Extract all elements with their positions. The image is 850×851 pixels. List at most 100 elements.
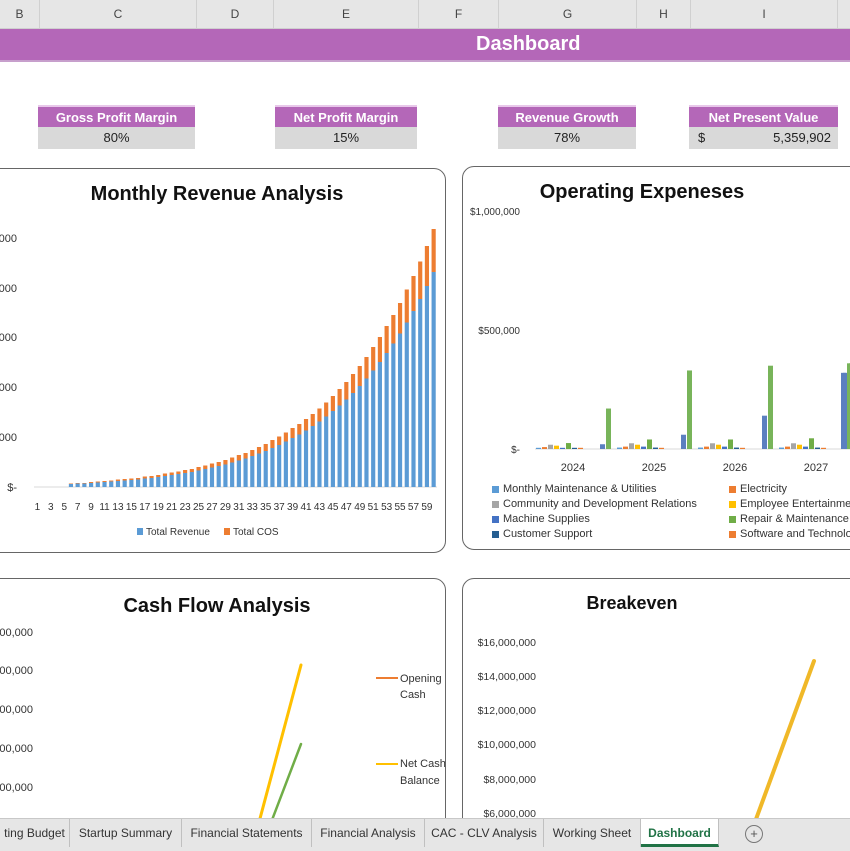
cos-bar xyxy=(256,447,262,454)
sheet-tab-financial-analysis[interactable]: Financial Analysis xyxy=(312,819,425,847)
legend-item: Community and Development Relations xyxy=(492,498,697,510)
sheet-tab-startup-summary[interactable]: Startup Summary xyxy=(70,819,182,847)
cos-bar xyxy=(223,460,228,465)
column-header-f[interactable]: F xyxy=(419,0,499,28)
expense-bar xyxy=(536,447,541,449)
revenue-bar xyxy=(142,478,147,487)
cos-bar xyxy=(115,479,121,481)
cos-bar xyxy=(324,402,329,417)
operating-expenses-chart[interactable]: Operating Expeneses $1,000,000 $500,000 $-… xyxy=(462,166,850,550)
revenue-bar xyxy=(136,479,141,487)
expense-bar xyxy=(600,444,605,449)
cos-bar xyxy=(317,408,322,422)
x-tick-label: 49 xyxy=(354,502,366,513)
kpi-net-profit-margin[interactable]: Net Profit Margin 15% xyxy=(275,105,417,149)
x-tick-label: 31 xyxy=(233,502,245,513)
revenue-bar xyxy=(418,299,423,487)
column-header-h[interactable]: H xyxy=(637,0,691,28)
cos-bar xyxy=(102,481,107,482)
cash-flow-chart[interactable]: Cash Flow Analysis 00,000 00,000 00,000 00,… xyxy=(0,578,446,838)
x-tick-label: 9 xyxy=(88,502,94,513)
cos-bar xyxy=(310,414,315,426)
legend-item: Software and Technolog xyxy=(729,528,850,540)
legend-label: Monthly Maintenance & Utilities xyxy=(503,483,657,495)
revenue-bar xyxy=(209,467,215,487)
revenue-bar xyxy=(256,453,262,487)
cash-flow-plot: 00,000 00,000 00,000 00,000 00,000 Opening Cas… xyxy=(0,627,445,837)
kpi-gross-profit-margin[interactable]: Gross Profit Margin 80% xyxy=(38,105,195,149)
expense-bar xyxy=(566,443,571,449)
column-header-d[interactable]: D xyxy=(197,0,274,28)
kpi-net-present-value[interactable]: Net Present Value $ 5,359,902 xyxy=(689,105,838,149)
add-sheet-button[interactable]: + xyxy=(745,825,763,843)
cos-bar xyxy=(303,419,309,431)
expense-bar xyxy=(687,370,692,449)
column-header-c[interactable]: C xyxy=(40,0,197,28)
cos-bar xyxy=(418,261,423,299)
cos-bar xyxy=(89,482,94,483)
column-header-g[interactable]: G xyxy=(499,0,637,28)
cos-bar xyxy=(109,480,114,482)
legend-label: Employee Entertainment xyxy=(740,498,850,510)
y-tick-label: 00,000 xyxy=(0,782,33,794)
cos-bar xyxy=(183,470,188,473)
expense-bar xyxy=(617,447,622,449)
sheet-tab-working-sheet[interactable]: Working Sheet xyxy=(544,819,641,847)
x-tick-label: 41 xyxy=(300,502,312,513)
sheet-tab-operating-budget[interactable]: ting Budget xyxy=(0,819,70,847)
sheet-tab-dashboard[interactable]: Dashboard xyxy=(641,819,719,847)
revenue-bar xyxy=(75,483,80,487)
kpi-value: $ 5,359,902 xyxy=(689,127,838,149)
cos-bar xyxy=(149,476,154,478)
legend-swatch xyxy=(492,530,499,538)
column-header-e[interactable]: E xyxy=(274,0,419,28)
column-header-i[interactable]: I xyxy=(691,0,838,28)
y-tick-label: 00,000 xyxy=(0,627,33,639)
cos-bar xyxy=(397,303,403,334)
revenue-bar xyxy=(189,472,194,487)
revenue-bar xyxy=(109,481,114,487)
revenue-bar xyxy=(277,445,282,487)
sheet-tab-bar: ting Budget Startup Summary Financial St… xyxy=(0,818,850,851)
legend-item: Electricity xyxy=(729,483,787,495)
y-tick-label: $16,000,000 xyxy=(478,637,537,649)
legend-label: Machine Supplies xyxy=(503,513,590,525)
legend-label: Electricity xyxy=(740,483,788,495)
cos-bar xyxy=(404,289,409,323)
cos-bar xyxy=(283,432,288,442)
sheet-tab-financial-statements[interactable]: Financial Statements xyxy=(182,819,312,847)
cos-bar xyxy=(297,424,302,435)
revenue-bar xyxy=(169,475,174,487)
revenue-bar xyxy=(122,480,127,487)
x-tick-label: 25 xyxy=(193,502,205,513)
expense-bar xyxy=(629,443,634,449)
revenue-bar xyxy=(129,480,134,487)
cos-bar xyxy=(391,315,396,344)
cos-bar xyxy=(82,483,87,484)
y-tick-label: $14,000,000 xyxy=(478,671,537,683)
monthly-revenue-chart[interactable]: Monthly Revenue Analysis ,000,000,000,00… xyxy=(0,168,446,553)
expense-bar xyxy=(554,445,559,449)
cos-bar xyxy=(209,463,215,468)
legend-label-revenue: Total Revenue xyxy=(146,527,210,538)
cos-bar xyxy=(337,389,342,406)
expense-bar xyxy=(548,444,553,449)
legend-swatch xyxy=(729,500,736,508)
sheet-tab-cac-clv-analysis[interactable]: CAC - CLV Analysis xyxy=(425,819,544,847)
cos-bar xyxy=(411,276,416,311)
revenue-bar xyxy=(250,456,255,487)
column-header-b[interactable]: B xyxy=(0,0,40,28)
cos-bar xyxy=(371,347,376,371)
kpi-revenue-growth[interactable]: Revenue Growth 78% xyxy=(498,105,636,149)
expense-bar xyxy=(785,446,790,449)
revenue-bar xyxy=(223,464,228,487)
cos-bar xyxy=(95,481,100,483)
kpi-label: Net Present Value xyxy=(689,105,838,127)
breakeven-chart[interactable]: Breakeven $16,000,000 $14,000,000 $12,000,… xyxy=(462,578,850,838)
cos-bar xyxy=(236,455,241,461)
y-tick-label: $10,000,000 xyxy=(478,739,537,751)
revenue-bar xyxy=(149,478,154,487)
expense-bar xyxy=(716,444,721,449)
cos-bar xyxy=(162,473,168,476)
revenue-bar xyxy=(196,470,201,487)
